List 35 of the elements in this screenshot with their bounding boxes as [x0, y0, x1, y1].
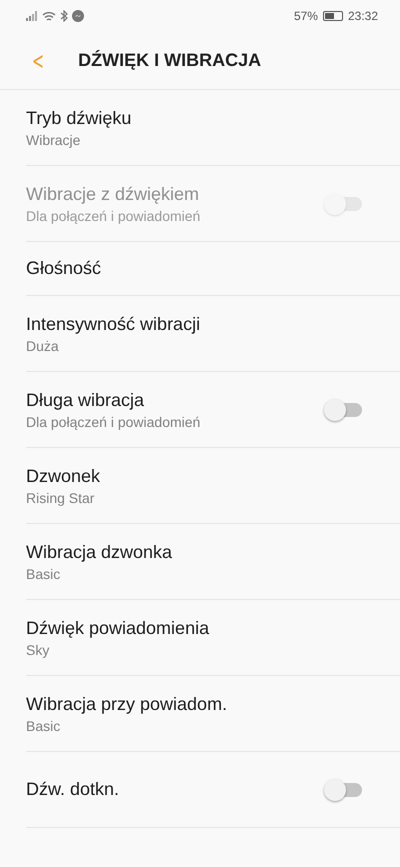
settings-row[interactable]: Długa wibracja Dla połączeń i powiadomień	[26, 372, 400, 448]
setting-title: Wibracja przy powiadom.	[26, 694, 228, 714]
clock: 23:32	[348, 9, 378, 23]
settings-row[interactable]: Dźw. dotkn.	[26, 752, 400, 828]
setting-subtitle: Duża	[26, 338, 60, 354]
settings-row[interactable]: Głośność	[26, 242, 400, 296]
settings-row[interactable]: Dźwięk powiadomienia Sky	[26, 600, 400, 676]
setting-title: Dźw. dotkn.	[26, 779, 120, 800]
setting-subtitle: Basic	[26, 566, 62, 582]
setting-title: Dzwonek	[26, 466, 100, 486]
setting-title: Długa wibracja	[26, 390, 146, 410]
settings-row[interactable]: Dzwonek Rising Star	[26, 448, 400, 524]
setting-subtitle: Dla połączeń i powiadomień	[26, 414, 200, 430]
setting-title: Wibracja dzwonka	[26, 542, 172, 562]
settings-row[interactable]: Wibracja przy powiadom. Basic	[26, 676, 400, 752]
messenger-icon	[72, 10, 84, 22]
setting-subtitle: Dla połączeń i powiadomień	[26, 208, 200, 224]
battery-percent: 57%	[294, 9, 318, 23]
settings-row[interactable]: Intensywność wibracji Duża	[26, 296, 400, 372]
settings-row[interactable]: Wibracja dzwonka Basic	[26, 524, 400, 600]
setting-title: Dźwięk powiadomienia	[26, 618, 210, 638]
wifi-icon	[42, 10, 56, 22]
setting-title: Tryb dźwięku	[26, 108, 132, 128]
setting-title: Intensywność wibracji	[26, 314, 200, 334]
setting-subtitle: Wibracje	[26, 132, 82, 148]
setting-subtitle: Basic	[26, 718, 62, 734]
page-title: DŹWIĘK I WIBRACJA	[78, 50, 262, 71]
setting-subtitle: Rising Star	[26, 490, 96, 506]
setting-title: Głośność	[26, 258, 102, 279]
setting-title: Wibracje z dźwiękiem	[26, 184, 200, 204]
signal-icon	[26, 11, 38, 21]
bluetooth-icon	[60, 10, 68, 22]
settings-row[interactable]: Tryb dźwięku Wibracje	[26, 90, 400, 166]
battery-icon	[322, 11, 343, 21]
setting-subtitle: Sky	[26, 642, 50, 658]
